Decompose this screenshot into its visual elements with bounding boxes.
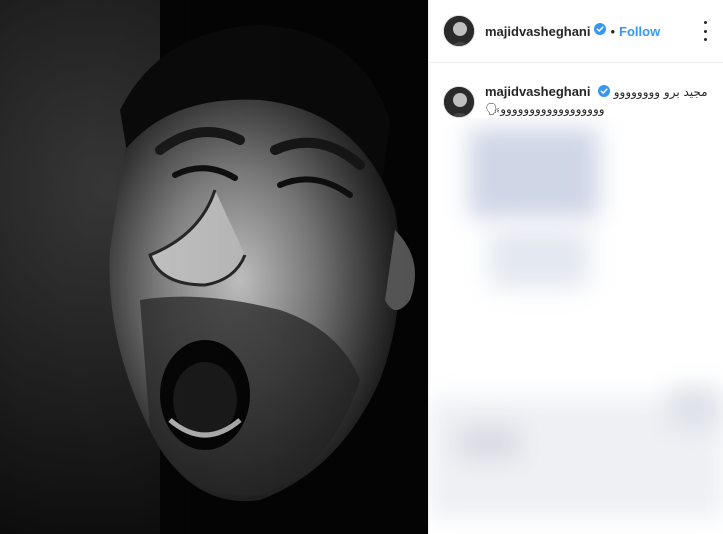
follow-button[interactable]: Follow — [619, 24, 660, 39]
caption-comment: majidvasheghani مجید برو ووووووووووووووو… — [443, 84, 713, 118]
avatar[interactable] — [443, 15, 475, 47]
post-sidebar: majidvasheghani • Follow majidvasheghani — [428, 0, 723, 534]
verified-badge-icon — [598, 84, 611, 101]
post-photo[interactable] — [0, 0, 428, 534]
separator-dot: • — [610, 23, 616, 39]
header-username[interactable]: majidvasheghani — [485, 24, 590, 39]
caption-username[interactable]: majidvasheghani — [485, 84, 590, 99]
verified-badge-icon — [594, 22, 607, 40]
post-header: majidvasheghani • Follow — [429, 0, 723, 63]
caption-body: majidvasheghani مجید برو ووووووووووووووو… — [485, 84, 711, 118]
caption-avatar[interactable] — [443, 86, 475, 118]
blurred-comments-area — [429, 118, 723, 534]
more-options-icon[interactable] — [704, 21, 708, 41]
